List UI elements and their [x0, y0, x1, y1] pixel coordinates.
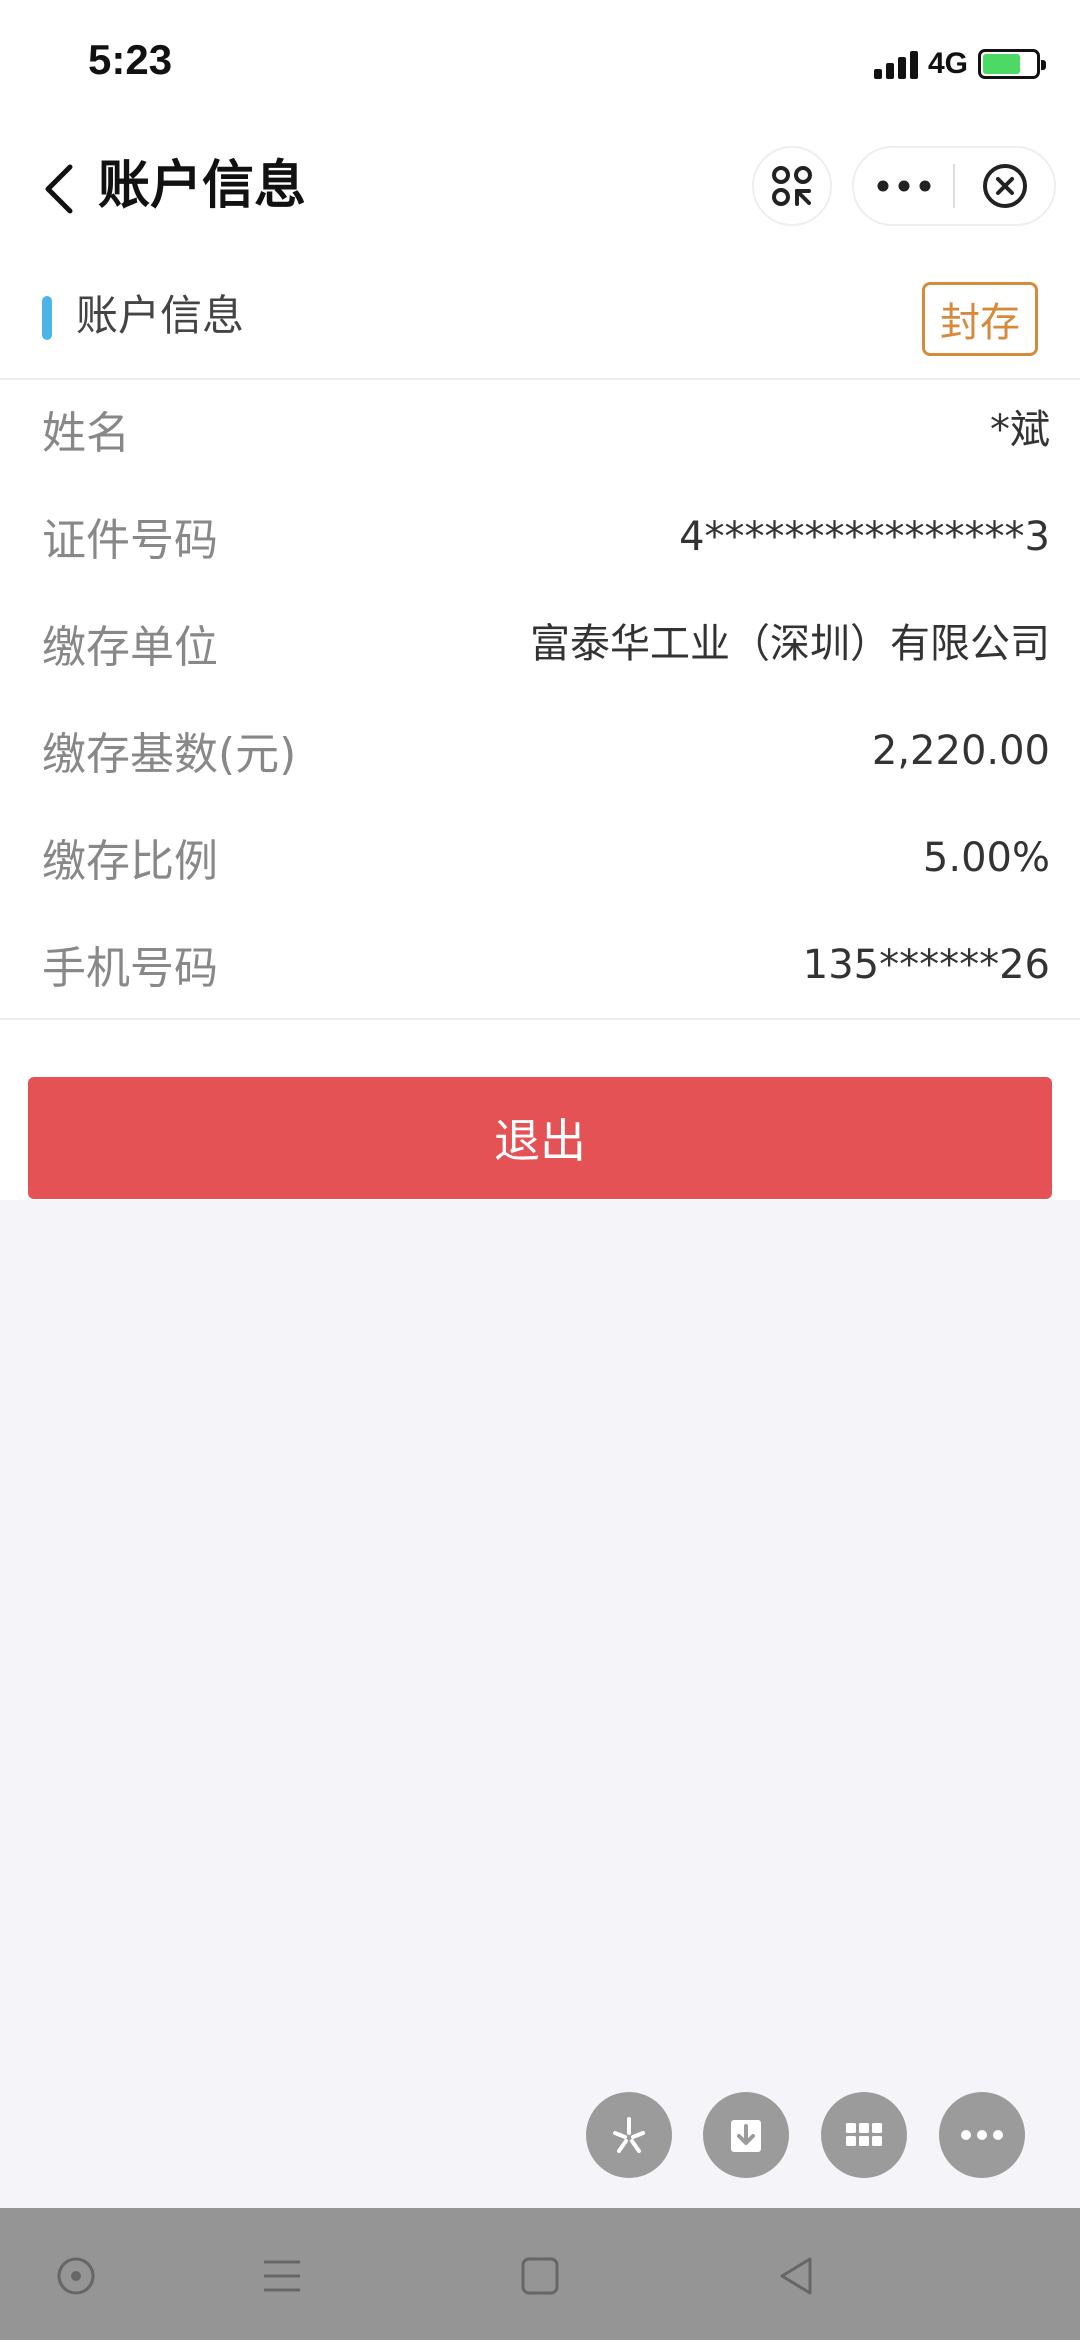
fab-download-button[interactable] — [703, 2092, 789, 2178]
system-back-button[interactable] — [766, 2246, 826, 2306]
home-button[interactable] — [510, 2246, 570, 2306]
status-indicators: 4G — [873, 44, 1046, 84]
close-circle-icon — [982, 164, 1027, 208]
info-label: 手机号码 — [42, 943, 218, 994]
system-nav-bar — [0, 2208, 1080, 2340]
sparkle-icon — [613, 2117, 645, 2153]
section-accent-bar — [42, 296, 52, 340]
menu-icon — [264, 2260, 300, 2292]
chevron-left-icon — [45, 164, 73, 214]
scan-icon — [772, 166, 812, 206]
status-bar: 5:23 4G — [0, 0, 1080, 130]
info-row-id-number: 证件号码 4****************3 — [0, 487, 1080, 594]
info-row-employer: 缴存单位 富泰华工业（深圳）有限公司 — [0, 594, 1080, 701]
info-label: 缴存比例 — [42, 836, 218, 887]
nav-bar: 账户信息 — [0, 130, 1080, 256]
scan-button[interactable] — [752, 146, 832, 226]
status-time: 5:23 — [88, 36, 173, 83]
info-row-base: 缴存基数(元) 2,220.00 — [0, 701, 1080, 808]
page-title: 账户信息 — [98, 156, 307, 216]
capsule-menu — [852, 146, 1056, 226]
back-button[interactable] — [40, 144, 100, 234]
info-label: 缴存单位 — [42, 622, 218, 673]
account-info-list: 姓名 *斌 证件号码 4****************3 缴存单位 富泰华工业… — [0, 380, 1080, 1020]
info-label: 证件号码 — [42, 515, 218, 566]
info-row-name: 姓名 *斌 — [0, 380, 1080, 487]
info-value: 4****************3 — [679, 514, 1050, 560]
network-label: 4G — [927, 47, 968, 80]
seal-status-button[interactable]: 封存 — [922, 282, 1038, 356]
info-value: 富泰华工业（深圳）有限公司 — [530, 621, 1050, 667]
info-label: 姓名 — [42, 408, 130, 459]
logout-button[interactable]: 退出 — [28, 1077, 1052, 1199]
info-row-ratio: 缴存比例 5.00% — [0, 808, 1080, 915]
more-button[interactable] — [854, 148, 953, 224]
section-header: 账户信息 封存 — [0, 256, 1080, 380]
fab-more-button[interactable] — [939, 2092, 1025, 2178]
fab-sparkle-button[interactable] — [586, 2092, 672, 2178]
info-value: *斌 — [990, 407, 1050, 453]
fab-grid-button[interactable] — [821, 2092, 907, 2178]
logout-area: 退出 — [0, 1020, 1080, 1200]
home-square-icon — [521, 2257, 559, 2295]
info-value: 135******26 — [802, 942, 1050, 988]
screen: 5:23 4G 账户信息 账户信息 封存 姓名 *斌 证件号码 4*******… — [0, 0, 1080, 2340]
info-row-phone: 手机号码 135******26 — [0, 915, 1080, 1022]
grid-icon — [846, 2123, 882, 2146]
download-icon — [731, 2120, 761, 2152]
close-button[interactable] — [955, 148, 1054, 224]
signal-icon — [873, 49, 918, 79]
recent-apps-button[interactable] — [252, 2246, 312, 2306]
battery-icon — [978, 49, 1046, 79]
info-label: 缴存基数(元) — [42, 729, 297, 780]
section-title: 账户信息 — [76, 291, 245, 340]
back-triangle-icon — [780, 2257, 812, 2295]
assistant-button[interactable] — [46, 2246, 106, 2306]
info-value: 2,220.00 — [871, 728, 1050, 774]
circle-icon — [57, 2257, 95, 2295]
more-icon — [961, 2130, 1003, 2140]
more-dots-icon — [877, 180, 930, 192]
info-value: 5.00% — [922, 835, 1050, 881]
